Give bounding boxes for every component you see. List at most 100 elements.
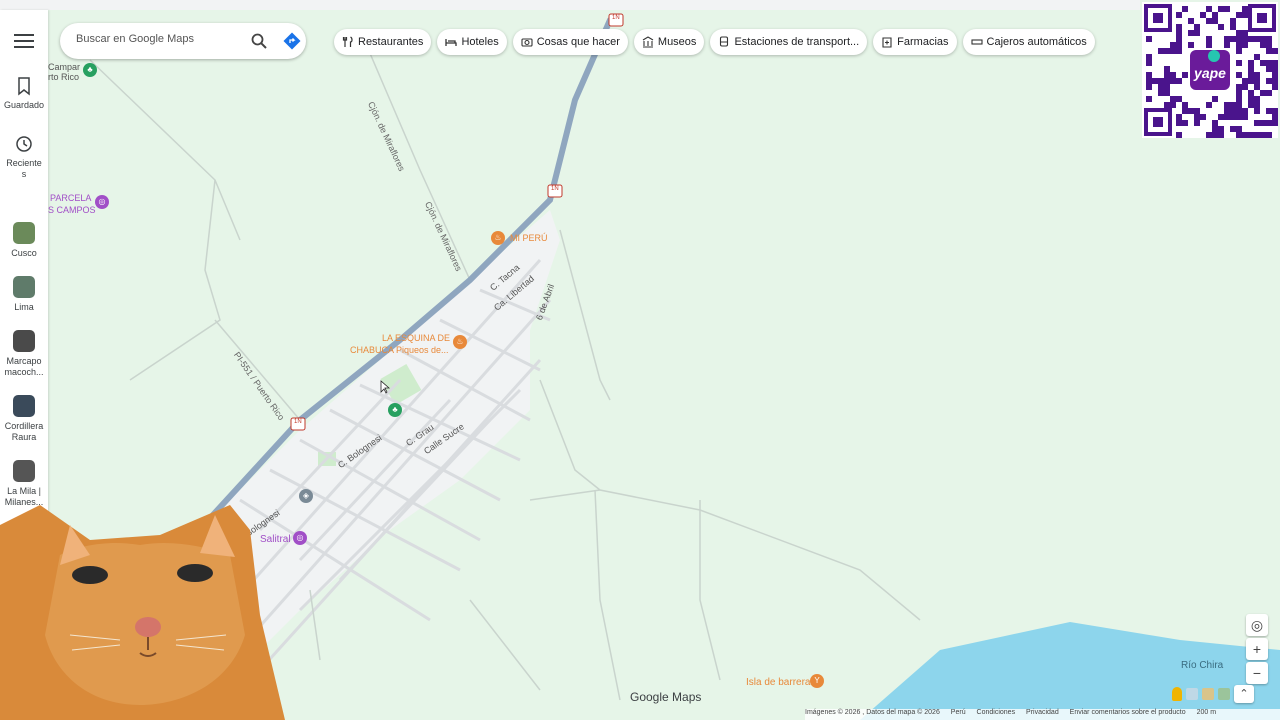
rail-recent-cordillera-label: Cordillera Raura <box>4 421 44 442</box>
qr-cell <box>1200 114 1206 120</box>
zoom-out-button[interactable]: − <box>1246 662 1268 684</box>
restaurant-pin-icon[interactable]: ♨ <box>491 231 505 245</box>
river-label-rio-chira: Río Chira <box>1181 660 1224 671</box>
map-label-campar: Campar <box>48 62 81 72</box>
qr-cell <box>1176 114 1182 120</box>
qr-cell <box>1236 42 1242 48</box>
qr-cell <box>1224 36 1230 42</box>
search-icon[interactable] <box>250 32 268 50</box>
chip-cosas-que-hacer[interactable]: Cosas que hacer <box>512 29 628 55</box>
layer-traffic-icon[interactable] <box>1218 688 1230 700</box>
footer-scale[interactable]: 200 m <box>1197 709 1216 716</box>
chip-cajeros[interactable]: Cajeros automáticos <box>962 29 1095 55</box>
map-label-parcela[interactable]: PARCELA <box>50 193 91 203</box>
qr-cell <box>1260 120 1266 126</box>
route-1n-label: 1N <box>612 15 620 21</box>
qr-cell <box>1206 6 1212 12</box>
pegman-icon[interactable] <box>1172 687 1182 701</box>
qr-cell <box>1146 36 1152 42</box>
restaurant-pin-icon[interactable]: ♨ <box>453 335 467 349</box>
qr-cell <box>1158 48 1164 54</box>
footer-privacy[interactable]: Privacidad <box>1026 709 1059 716</box>
layer-terrain-icon[interactable] <box>1202 688 1214 700</box>
qr-cell <box>1146 96 1152 102</box>
qr-cell <box>1236 102 1242 108</box>
qr-cell <box>1242 108 1248 114</box>
qr-cell <box>1206 18 1212 24</box>
rail-recent[interactable]: Reciente s <box>0 134 48 180</box>
search-box[interactable] <box>60 23 306 59</box>
qr-cell <box>1170 72 1176 78</box>
locate-button[interactable]: ◎ <box>1246 614 1268 636</box>
qr-cell <box>1194 30 1200 36</box>
qr-cell <box>1212 18 1218 24</box>
drink-pin-icon[interactable]: Y <box>810 674 824 688</box>
chip-hoteles[interactable]: Hoteles <box>437 29 507 55</box>
poi-label-chabuca[interactable]: CHABUCA Piqueos de... <box>350 345 449 355</box>
poi-label-esquina[interactable]: LA ESQUINA DE <box>382 333 450 343</box>
qr-cell <box>1266 78 1272 84</box>
qr-cell <box>1194 108 1200 114</box>
qr-cell <box>1218 6 1224 12</box>
footer-feedback[interactable]: Enviar comentarios sobre el producto <box>1070 709 1186 716</box>
qr-cell <box>1194 120 1200 126</box>
qr-cell <box>1260 42 1266 48</box>
rail-recent-lima[interactable]: Lima <box>0 276 48 313</box>
qr-cell <box>1266 66 1272 72</box>
qr-cell <box>1272 66 1278 72</box>
chip-estaciones[interactable]: Estaciones de transport... <box>710 29 868 55</box>
qr-cell <box>1212 12 1218 18</box>
qr-cell <box>1236 30 1242 36</box>
qr-cell <box>1260 36 1266 42</box>
directions-icon[interactable] <box>282 31 302 51</box>
chip-restaurantes[interactable]: Restaurantes <box>334 29 432 55</box>
qr-cell <box>1272 114 1278 120</box>
search-input[interactable] <box>74 32 238 46</box>
cat-webcam-overlay <box>0 505 285 720</box>
qr-cell <box>1224 108 1230 114</box>
rail-recent-cusco[interactable]: Cusco <box>0 222 48 259</box>
qr-cell <box>1164 48 1170 54</box>
expand-layers-button[interactable]: ⌃ <box>1234 685 1254 703</box>
qr-cell <box>1272 84 1278 90</box>
qr-cell <box>1182 102 1188 108</box>
rail-recent-lima-label: Lima <box>14 302 34 312</box>
qr-cell <box>1230 114 1236 120</box>
yape-logo-text: yape <box>1193 65 1226 81</box>
rail-recent-marcapomacocha-label: Marcapo macoch... <box>4 356 44 377</box>
qr-cell <box>1218 24 1224 30</box>
qr-cell <box>1176 120 1182 126</box>
qr-cell <box>1242 30 1248 36</box>
footer-country[interactable]: Perú <box>951 709 966 716</box>
poi-label-mi-peru[interactable]: MI PERÚ <box>510 233 548 243</box>
rail-saved[interactable]: Guardado <box>0 76 48 111</box>
qr-cell <box>1272 60 1278 66</box>
menu-icon[interactable] <box>14 34 34 50</box>
qr-cell <box>1272 72 1278 78</box>
layer-satellite-icon[interactable] <box>1186 688 1198 700</box>
qr-cell <box>1260 132 1266 138</box>
qr-cell <box>1254 54 1260 60</box>
qr-cell <box>1242 42 1248 48</box>
chip-farmacias[interactable]: Farmacias <box>873 29 957 55</box>
park-pin-icon[interactable]: ♣ <box>83 63 97 77</box>
attraction-pin-icon[interactable]: ◎ <box>293 531 307 545</box>
qr-cell <box>1176 132 1182 138</box>
park-pin-icon[interactable]: ♣ <box>388 403 402 417</box>
qr-cell <box>1206 42 1212 48</box>
chip-museos[interactable]: Museos <box>633 29 705 55</box>
qr-cell <box>1266 132 1272 138</box>
qr-cell <box>1224 102 1230 108</box>
qr-cell <box>1272 48 1278 54</box>
footer-terms[interactable]: Condiciones <box>977 709 1016 716</box>
map-label-campos[interactable]: S CAMPOS <box>48 205 96 215</box>
shield-pin-icon[interactable]: ◈ <box>299 489 313 503</box>
qr-cell <box>1170 96 1176 102</box>
attraction-pin-icon[interactable]: ◎ <box>95 195 109 209</box>
rail-recent-marcapomacocha[interactable]: Marcapo macoch... <box>0 330 48 378</box>
rail-recent-cordillera-raura[interactable]: Cordillera Raura <box>0 395 48 443</box>
poi-label-isla-barrera[interactable]: Isla de barrera <box>746 677 810 688</box>
qr-cell <box>1272 78 1278 84</box>
zoom-in-button[interactable]: + <box>1246 638 1268 660</box>
qr-cell <box>1212 120 1218 126</box>
